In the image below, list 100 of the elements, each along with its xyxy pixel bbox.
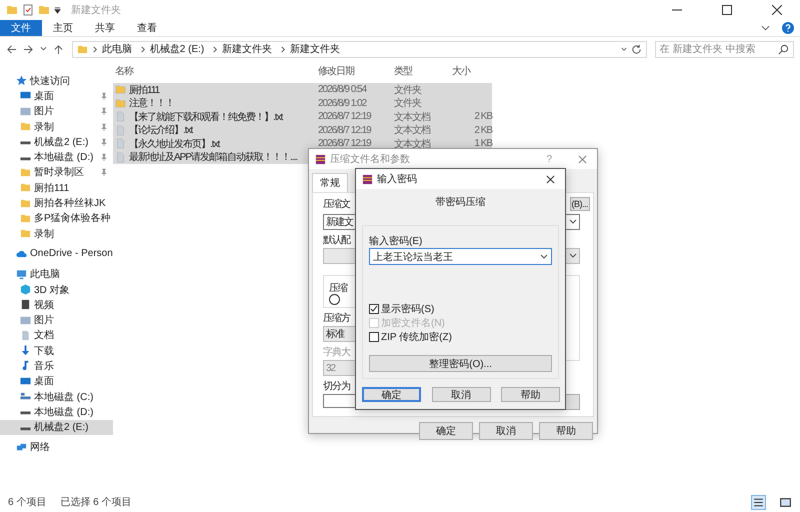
dialog-heading: 带密码压缩 xyxy=(436,196,486,209)
help-icon[interactable] xyxy=(782,22,794,34)
sidebar-item[interactable]: 图片 xyxy=(0,312,113,328)
chevron-down-icon[interactable] xyxy=(620,46,627,52)
checklist-icon[interactable] xyxy=(22,4,34,16)
sidebar-item[interactable]: 本地磁盘 (D:) xyxy=(0,404,113,420)
file-type: 文本文档 xyxy=(394,110,432,124)
document-icon xyxy=(115,111,126,122)
dialog-button[interactable]: 取消 xyxy=(479,422,533,440)
breadcrumb[interactable]: 此电脑 xyxy=(102,42,132,56)
sidebar-item[interactable]: 文档 xyxy=(0,328,113,344)
sidebar-item[interactable]: 桌面 xyxy=(0,374,113,389)
column-header[interactable]: 类型 xyxy=(394,64,452,78)
sidebar-item[interactable]: 3D 对象 xyxy=(0,282,113,298)
file-type: 文件夹 xyxy=(394,96,422,110)
sidebar-item[interactable]: 本地磁盘 (D:) xyxy=(0,149,113,165)
radio-button[interactable] xyxy=(329,294,340,305)
group-label: 压缩 xyxy=(329,282,347,292)
chevron-right-icon[interactable] xyxy=(212,46,218,52)
music-note-icon xyxy=(20,360,31,372)
file-type: 文本文档 xyxy=(394,124,432,138)
file-row[interactable]: 【论坛介绍】.txt 2026/8/7 12:19 文本文档 2 KB xyxy=(113,124,492,137)
sidebar-item[interactable]: 机械盘2 (E:) xyxy=(0,134,113,150)
sidebar-item[interactable]: 暂时录制区 xyxy=(0,164,113,180)
sidebar-item[interactable]: 此电脑 xyxy=(0,266,113,282)
folder-icon xyxy=(20,166,31,178)
sidebar-item[interactable]: 厕拍各种丝袜JK xyxy=(0,195,113,211)
search-icon xyxy=(778,44,789,54)
chevron-right-icon[interactable] xyxy=(280,46,286,52)
back-arrow-icon[interactable] xyxy=(6,44,17,54)
sidebar-item[interactable]: 厕拍111 xyxy=(0,180,113,196)
large-icons-view-icon[interactable] xyxy=(779,496,792,508)
sidebar-item[interactable]: OneDrive - Person xyxy=(0,246,113,262)
tab[interactable]: 常规 xyxy=(312,173,348,192)
modified-date: 2026/8/7 12:19 xyxy=(318,138,372,150)
dropdown-icon[interactable] xyxy=(54,6,61,14)
details-view-icon[interactable] xyxy=(752,496,765,508)
sidebar-item[interactable]: 本地磁盘 (C:) xyxy=(0,388,113,404)
file-row[interactable]: 厕拍111 2026/8/9 0:54 文件夹 xyxy=(113,83,492,96)
chevron-down-icon[interactable] xyxy=(761,25,770,31)
archive-icon xyxy=(315,154,326,164)
computer-icon xyxy=(16,268,27,280)
checkbox-option[interactable]: 显示密码(S) xyxy=(369,303,434,315)
dialog-title: 压缩文件名和参数 xyxy=(330,152,410,166)
sidebar-item[interactable]: 录制 xyxy=(0,226,113,242)
address-bar[interactable]: 此电脑 机械盘2 (E:) 新建文件夹 新建文件夹 xyxy=(72,40,647,58)
modified-date: 2026/8/9 0:54 xyxy=(318,84,368,96)
sidebar-item[interactable]: 桌面 xyxy=(0,88,113,104)
breadcrumb[interactable]: 新建文件夹 xyxy=(222,42,272,56)
sidebar-item[interactable]: 多P猛肏体验各种 xyxy=(0,210,113,226)
sidebar-item[interactable]: 网络 xyxy=(0,440,113,456)
checkbox-option[interactable]: ZIP 传统加密(Z) xyxy=(369,331,452,343)
sidebar-item[interactable]: 音乐 xyxy=(0,358,113,374)
column-header[interactable]: 大小 xyxy=(452,64,492,78)
sidebar-item[interactable]: 下载 xyxy=(0,343,113,358)
field-label: 字典大 xyxy=(323,346,350,357)
ribbon-tab[interactable]: 文件 xyxy=(0,20,42,36)
sidebar-item[interactable]: 图片 xyxy=(0,104,113,119)
dialog-button[interactable]: 帮助 xyxy=(539,422,593,440)
chevron-down-icon[interactable] xyxy=(40,46,47,52)
checkbox-icon[interactable] xyxy=(369,332,379,342)
maximize-icon[interactable] xyxy=(722,5,732,15)
file-row[interactable]: 注意！！！ 2026/8/9 1:02 文件夹 xyxy=(113,96,492,110)
chevron-down-icon[interactable] xyxy=(569,219,577,225)
ribbon-tab[interactable]: 共享 xyxy=(84,20,126,36)
organize-passwords-button[interactable]: 整理密码(O)... xyxy=(369,355,552,372)
dialog-button[interactable]: 确定 xyxy=(362,387,421,402)
column-header[interactable]: 修改日期 xyxy=(318,64,394,78)
chevron-down-icon[interactable] xyxy=(540,254,548,260)
chevron-right-icon[interactable] xyxy=(140,46,146,52)
ribbon-tab[interactable]: 主页 xyxy=(42,20,84,36)
breadcrumb[interactable]: 新建文件夹 xyxy=(290,42,340,56)
sidebar-item[interactable]: 视频 xyxy=(0,297,113,312)
forward-arrow-icon[interactable] xyxy=(22,44,34,54)
file-name: 【论坛介绍】.txt xyxy=(129,124,192,138)
dialog-button[interactable]: 确定 xyxy=(419,422,473,440)
dialog-button[interactable]: 取消 xyxy=(432,387,490,402)
dialog-button[interactable]: 帮助 xyxy=(501,387,560,402)
dialog-title: 输入密码 xyxy=(377,172,417,186)
close-icon[interactable] xyxy=(546,174,555,184)
refresh-icon[interactable] xyxy=(630,44,642,54)
sidebar-item[interactable]: 录制 xyxy=(0,118,113,134)
chevron-right-icon[interactable] xyxy=(92,46,98,52)
modified-date: 2026/8/7 12:19 xyxy=(318,124,372,136)
sidebar-item[interactable]: 快速访问 xyxy=(0,73,113,88)
field-label: 压缩方 xyxy=(323,312,350,323)
password-field[interactable]: 上老王论坛当老王 xyxy=(369,248,552,265)
column-header[interactable]: 名称 xyxy=(113,64,318,78)
up-arrow-icon[interactable] xyxy=(52,44,64,54)
ribbon-tab[interactable]: 查看 xyxy=(126,20,168,36)
chevron-down-icon[interactable] xyxy=(569,253,577,259)
file-size: 2 KB xyxy=(473,124,492,136)
search-field[interactable]: 在 新建文件夹 中搜索 xyxy=(654,40,794,58)
file-row[interactable]: 【来了就能下载和观看！纯免费！】.txt 2026/8/7 12:19 文本文档 2 KB xyxy=(113,110,492,124)
breadcrumb[interactable]: 机械盘2 (E:) xyxy=(150,42,204,56)
checkbox-icon[interactable] xyxy=(369,304,379,314)
sidebar-item[interactable]: 机械盘2 (E:) xyxy=(0,420,113,435)
close-icon[interactable] xyxy=(772,5,782,15)
browse-button[interactable]: (B)... xyxy=(570,197,590,211)
file-name: 注意！！！ xyxy=(129,96,174,110)
